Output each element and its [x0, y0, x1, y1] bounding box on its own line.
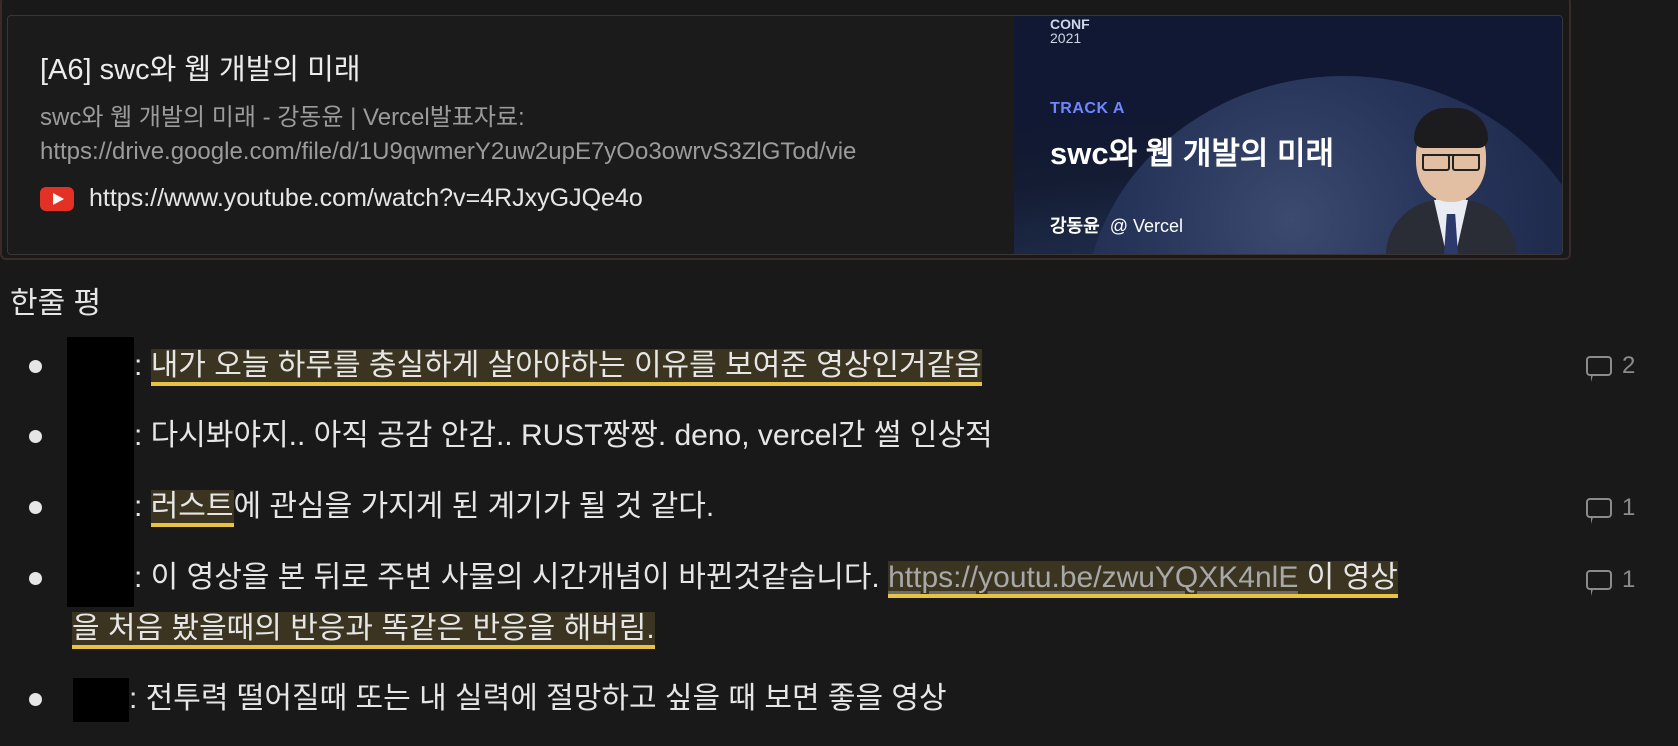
speaker-line: 강동윤 @ Vercel [1050, 212, 1183, 238]
list-item-text: : 전투력 떨어질때 또는 내 실력에 절망하고 싶을 때 보면 좋을 영상 [129, 682, 947, 715]
comment-icon [1586, 356, 1612, 382]
list-item[interactable]: : 전투력 떨어질때 또는 내 실력에 절망하고 싶을 때 보면 좋을 영상 [129, 679, 947, 719]
bookmark-description-line2: https://drive.google.com/file/d/1U9qwmer… [40, 138, 857, 165]
talk-title: swc와 웹 개발의 미래 [1050, 136, 1335, 171]
highlighted-text: 러스트 [150, 490, 234, 527]
comment-indicator[interactable]: 1 [1586, 494, 1636, 524]
comment-icon [1586, 498, 1612, 524]
list-item-prefix: : [134, 490, 143, 523]
highlighted-link[interactable]: https://youtu.be/zwuYQXK4nlE [888, 561, 1299, 598]
list-item-prefix: : [134, 349, 143, 382]
bullet-icon [29, 360, 42, 373]
list-item[interactable]: : 이 영상을 본 뒤로 주변 사물의 시간개념이 바뀐것같습니다. https… [134, 558, 1398, 598]
list-item[interactable]: : 러스트에 관심을 가지게 된 계기가 될 것 같다. [134, 487, 714, 527]
bookmark-card[interactable]: [A6] swc와 웹 개발의 미래 swc와 웹 개발의 미래 - 강동윤 |… [7, 15, 1563, 255]
comment-indicator[interactable]: 1 [1586, 566, 1636, 596]
list-item-text: : 다시봐야지.. 아직 공감 안감.. RUST짱짱. deno, verce… [134, 419, 993, 452]
bullet-icon [29, 501, 42, 514]
highlighted-text: 내가 오늘 하루를 충실하게 살아야하는 이유를 보여준 영상인거같음 [150, 349, 982, 386]
bookmark-title: [A6] swc와 웹 개발의 미래 [40, 54, 361, 86]
comment-indicator[interactable]: 2 [1586, 352, 1636, 382]
comment-count: 1 [1622, 566, 1636, 593]
highlighted-text: 을 처음 봤을때의 반응과 똑같은 반응을 해버림. [72, 612, 655, 649]
list-item-continuation: 을 처음 봤을때의 반응과 똑같은 반응을 해버림. [72, 609, 655, 649]
bullet-icon [29, 430, 42, 443]
speaker-name: 강동윤 [1050, 216, 1100, 236]
speaker-affiliation: @ Vercel [1109, 216, 1183, 236]
bookmark-link[interactable]: https://www.youtube.com/watch?v=4RJxyGJQ… [40, 184, 643, 213]
conf-year: 2021 [1050, 30, 1082, 46]
list-item[interactable]: : 다시봐야지.. 아직 공감 안감.. RUST짱짱. deno, verce… [134, 416, 993, 456]
list-item-text: : 이 영상을 본 뒤로 주변 사물의 시간개념이 바뀐것같습니다. [134, 561, 880, 594]
youtube-link[interactable]: https://youtu.be/zwuYQXK4nlE [888, 561, 1298, 594]
highlighted-text: 이 영상 [1298, 561, 1398, 598]
comment-count: 1 [1622, 494, 1636, 521]
notion-page: [A6] swc와 웹 개발의 미래 swc와 웹 개발의 미래 - 강동윤 |… [0, 0, 1678, 746]
bullet-icon [29, 693, 42, 706]
section-heading: 한줄 평 [10, 287, 102, 320]
comment-icon [1586, 570, 1612, 596]
redaction-block [73, 678, 129, 722]
speaker-photo [1386, 104, 1516, 254]
list-item[interactable]: : 내가 오늘 하루를 충실하게 살아야하는 이유를 보여준 영상인거같음 [134, 346, 982, 386]
track-label: TRACK A [1050, 100, 1125, 117]
bullet-icon [29, 572, 42, 585]
comment-count: 2 [1622, 352, 1636, 379]
bookmark-thumbnail: CONF 2021 TRACK A swc와 웹 개발의 미래 강동윤 @ Ver… [1014, 16, 1562, 254]
bookmark-url[interactable]: https://www.youtube.com/watch?v=4RJxyGJQ… [89, 184, 643, 213]
list-item-text: 에 관심을 가지게 된 계기가 될 것 같다. [233, 490, 715, 523]
bookmark-description-line1: swc와 웹 개발의 미래 - 강동윤 | Vercel발표자료: [40, 104, 525, 131]
redaction-block [67, 337, 134, 607]
youtube-icon [40, 186, 74, 211]
bookmark-description: swc와 웹 개발의 미래 - 강동윤 | Vercel발표자료: https:… [40, 101, 1000, 169]
